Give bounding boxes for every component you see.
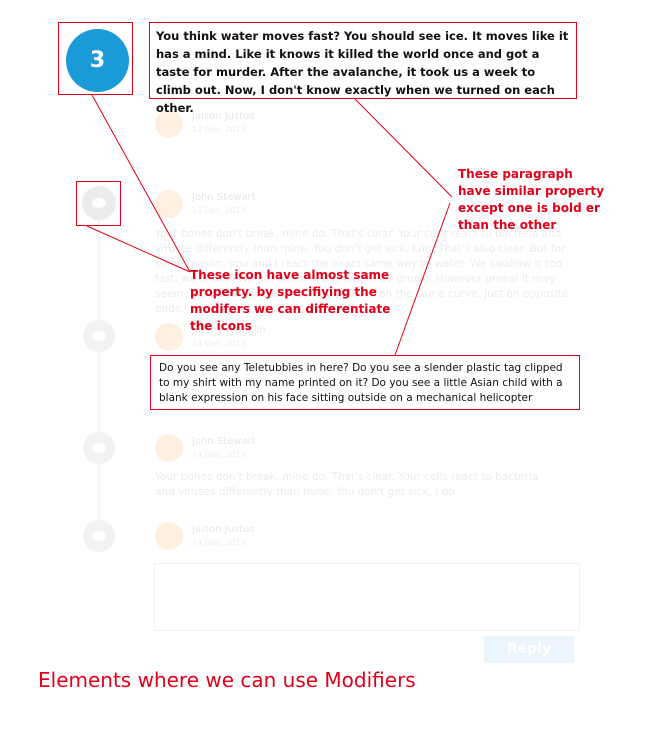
paragraph-annotation: These paragraph have similar property ex… xyxy=(458,167,604,232)
footer-title: Elements where we can use Modifiers xyxy=(38,668,416,692)
numbered-badge: 3 xyxy=(66,29,129,92)
bold-paragraph-box: You think water moves fast? You should s… xyxy=(149,22,577,115)
icon-annotation: These icon have almost same property. by… xyxy=(190,268,391,333)
chat-icon xyxy=(82,186,116,220)
normal-paragraph-box: Do you see any Teletubbies in here? Do y… xyxy=(150,355,580,410)
